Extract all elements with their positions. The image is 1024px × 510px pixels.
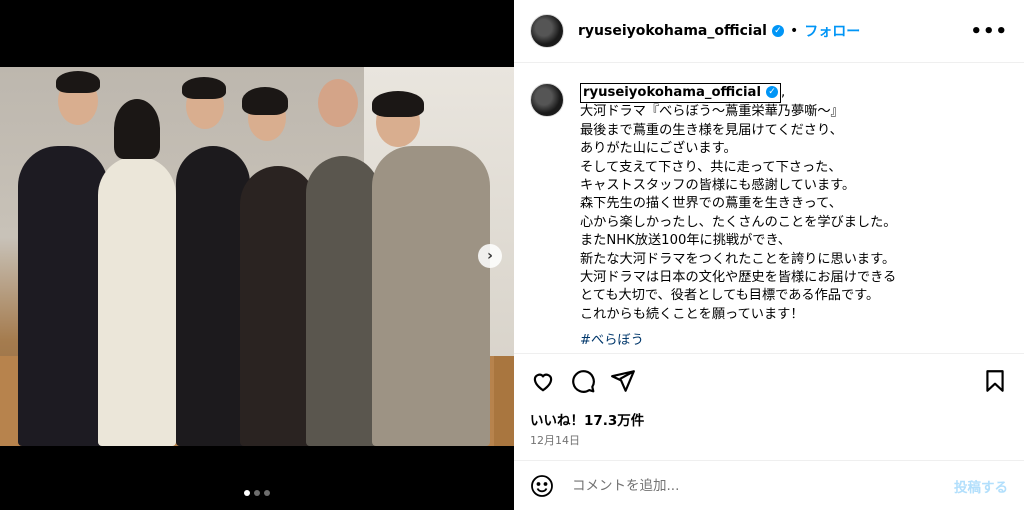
share-icon[interactable] — [610, 368, 636, 394]
carousel-dot — [264, 490, 270, 496]
carousel-dot-active — [244, 490, 250, 496]
header-username[interactable]: ryuseiyokohama_official — [578, 23, 767, 39]
header-separator: • — [789, 23, 799, 39]
heart-icon[interactable] — [530, 368, 556, 394]
caption-username[interactable]: ryuseiyokohama_official ✓ — [580, 83, 781, 104]
verified-badge-icon: ✓ — [765, 86, 778, 98]
caption-line: 心から楽しかったし、たくさんのことを学びました。 — [580, 214, 897, 230]
post-date[interactable]: 12月14日 — [530, 432, 580, 448]
caption-line: ありがた山にございます。 — [580, 141, 737, 157]
photo-person-hair — [372, 91, 424, 117]
like-count[interactable]: いいね！17.3万件 — [530, 409, 644, 429]
photo-person — [372, 146, 490, 446]
photo-person — [306, 156, 380, 446]
photo-person-hair — [242, 87, 288, 115]
comment-icon[interactable] — [570, 368, 596, 394]
follow-button[interactable]: フォロー — [804, 21, 860, 41]
post-header: ryuseiyokohama_official ✓ • フォロー ••• — [514, 0, 1024, 63]
emoji-icon[interactable] — [530, 474, 554, 498]
photo-person-head — [318, 79, 358, 127]
photo-person — [176, 146, 250, 446]
post-photo[interactable] — [0, 67, 514, 446]
caption-line: キャストスタッフの皆様にも感謝しています。 — [580, 178, 856, 194]
photo-person — [240, 166, 316, 446]
photo-person-hair — [182, 77, 226, 99]
caption-line: 森下先生の描く世界での蔦重を生ききって、 — [580, 196, 842, 212]
post-comment-button[interactable]: 投稿する — [954, 476, 1008, 496]
caption-line: そして支えて下さり、共に走って下さった、 — [580, 159, 842, 175]
post-actions — [514, 353, 1024, 407]
photo-person-hair — [56, 71, 100, 93]
chevron-right-icon: › — [487, 248, 493, 264]
photo-person — [18, 146, 108, 446]
post-panel: ryuseiyokohama_official ✓ • フォロー ••• ryu… — [514, 0, 1024, 510]
carousel-dot — [254, 490, 260, 496]
avatar[interactable] — [530, 14, 564, 48]
verified-badge-icon: ✓ — [771, 25, 784, 37]
caption-area: ryuseiyokohama_official ✓, 大河ドラマ『べらぼう〜蔦重栄… — [514, 63, 1024, 353]
caption-avatar[interactable] — [530, 83, 564, 117]
caption-hashtag[interactable]: #べらぼう — [580, 332, 1010, 350]
caption-body: ryuseiyokohama_official ✓, 大河ドラマ『べらぼう〜蔦重栄… — [580, 83, 1010, 351]
caption-text: 大河ドラマ『べらぼう〜蔦重栄華乃夢噺〜』 最後まで蔦重の生き様を見届けてくださり、… — [580, 103, 1010, 324]
more-options-icon[interactable]: ••• — [970, 21, 1008, 42]
photo-person — [98, 156, 176, 446]
caption-line: 新たな大河ドラマをつくれたことを誇りに思います。 — [580, 251, 896, 267]
caption-username-suffix: , — [780, 85, 786, 100]
caption-line: これからも続くことを願っています！ — [580, 306, 804, 322]
caption-line: とても大切で、役者としても目標である作品です。 — [580, 288, 880, 304]
photo-person-hair — [114, 99, 160, 159]
comment-bar: 投稿する — [514, 460, 1024, 510]
bookmark-icon[interactable] — [982, 368, 1008, 394]
carousel-next-button[interactable]: › — [478, 244, 502, 268]
carousel-indicator — [244, 490, 270, 496]
comment-input[interactable] — [570, 476, 954, 495]
caption-line: 大河ドラマは日本の文化や歴史を皆様にお届けできる — [580, 270, 897, 286]
caption-line: またNHK放送100年に挑戦ができ、 — [580, 233, 791, 249]
post-media: › — [0, 0, 514, 510]
caption-line: 最後まで蔦重の生き様を見届けてくださり、 — [580, 122, 843, 138]
caption-line: 大河ドラマ『べらぼう〜蔦重栄華乃夢噺〜』 — [580, 104, 844, 120]
